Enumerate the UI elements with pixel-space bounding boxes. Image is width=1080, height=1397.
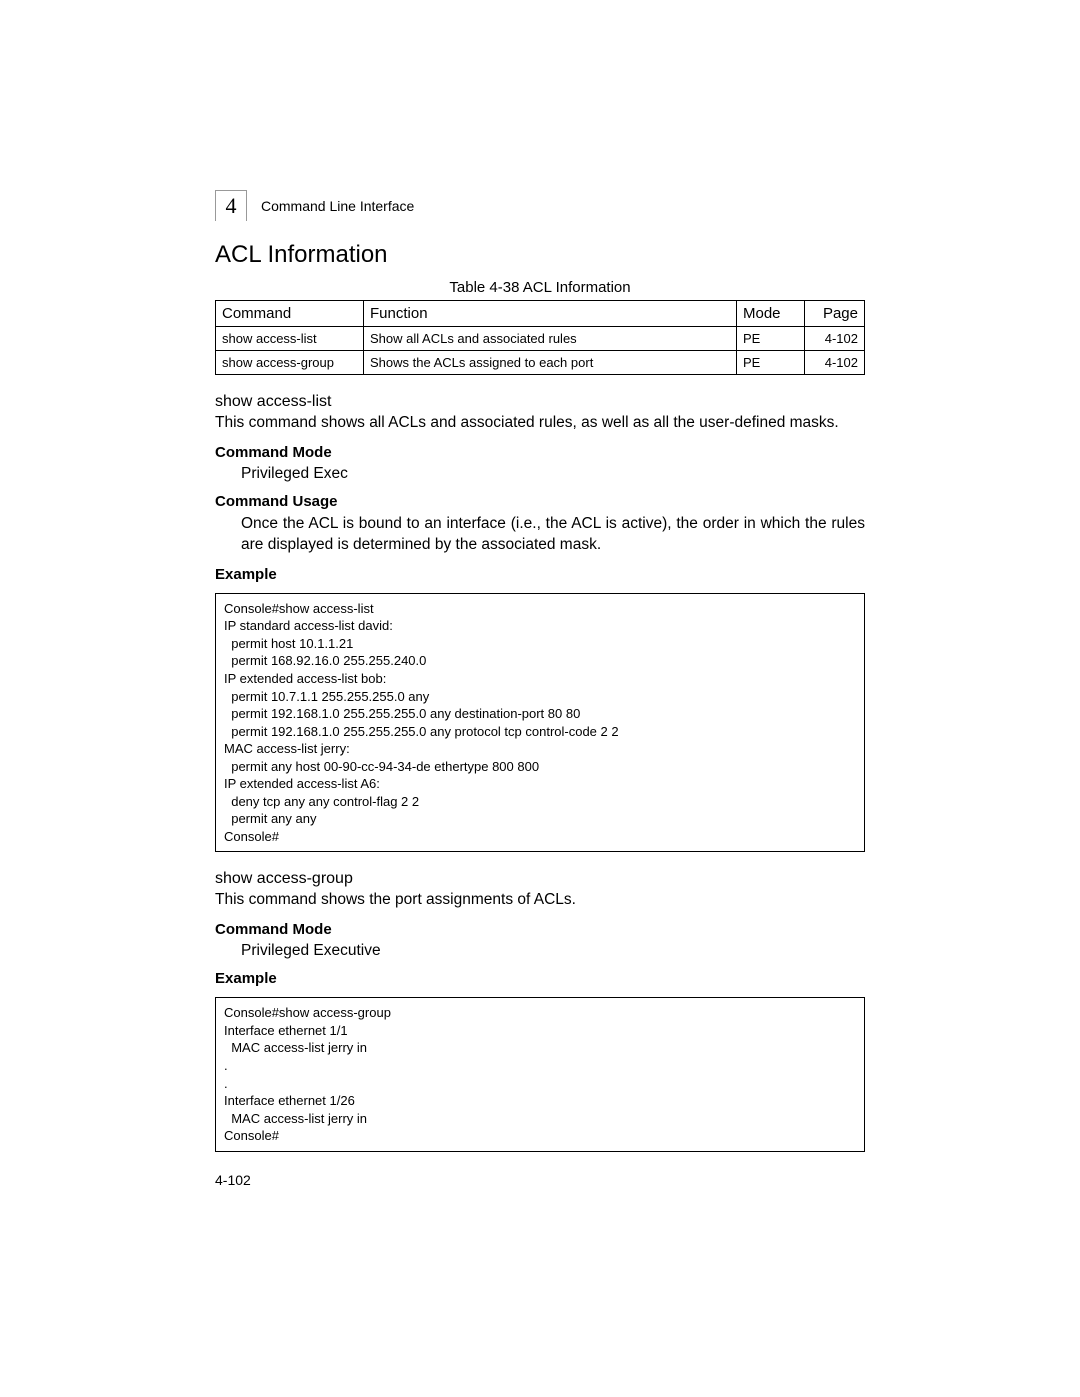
page-number: 4-102 xyxy=(215,1172,865,1188)
cell-page: 4-102 xyxy=(805,327,865,351)
command-mode-label: Command Mode xyxy=(215,444,865,461)
table-caption: Table 4-38 ACL Information xyxy=(215,279,865,296)
cell-command: show access-list xyxy=(216,327,364,351)
command-usage-label: Command Usage xyxy=(215,493,865,510)
example-code-block: Console#show access-list IP standard acc… xyxy=(215,593,865,853)
command-name: show access-group xyxy=(215,870,865,888)
section-title: ACL Information xyxy=(215,241,865,269)
table-row: show access-group Shows the ACLs assigne… xyxy=(216,351,865,375)
cell-mode: PE xyxy=(737,327,805,351)
command-description: This command shows the port assignments … xyxy=(215,890,865,911)
cell-command: show access-group xyxy=(216,351,364,375)
command-name: show access-list xyxy=(215,393,865,411)
table-header-row: Command Function Mode Page xyxy=(216,301,865,327)
example-label: Example xyxy=(215,970,865,987)
command-mode-value: Privileged Executive xyxy=(241,942,865,960)
command-mode-label: Command Mode xyxy=(215,921,865,938)
command-description: This command shows all ACLs and associat… xyxy=(215,413,865,434)
col-page: Page xyxy=(805,301,865,327)
example-code-block: Console#show access-group Interface ethe… xyxy=(215,997,865,1151)
page-header: 4 Command Line Interface xyxy=(215,190,865,221)
command-usage-text: Once the ACL is bound to an interface (i… xyxy=(241,514,865,556)
cell-page: 4-102 xyxy=(805,351,865,375)
chapter-number-box: 4 xyxy=(215,190,247,221)
cell-function: Show all ACLs and associated rules xyxy=(364,327,737,351)
col-function: Function xyxy=(364,301,737,327)
command-mode-value: Privileged Exec xyxy=(241,465,865,483)
cell-function: Shows the ACLs assigned to each port xyxy=(364,351,737,375)
document-page: 4 Command Line Interface ACL Information… xyxy=(0,0,1080,1188)
col-command: Command xyxy=(216,301,364,327)
col-mode: Mode xyxy=(737,301,805,327)
chapter-title: Command Line Interface xyxy=(261,198,414,214)
example-label: Example xyxy=(215,566,865,583)
acl-info-table: Command Function Mode Page show access-l… xyxy=(215,300,865,375)
chapter-number: 4 xyxy=(226,193,237,219)
cell-mode: PE xyxy=(737,351,805,375)
table-row: show access-list Show all ACLs and assoc… xyxy=(216,327,865,351)
